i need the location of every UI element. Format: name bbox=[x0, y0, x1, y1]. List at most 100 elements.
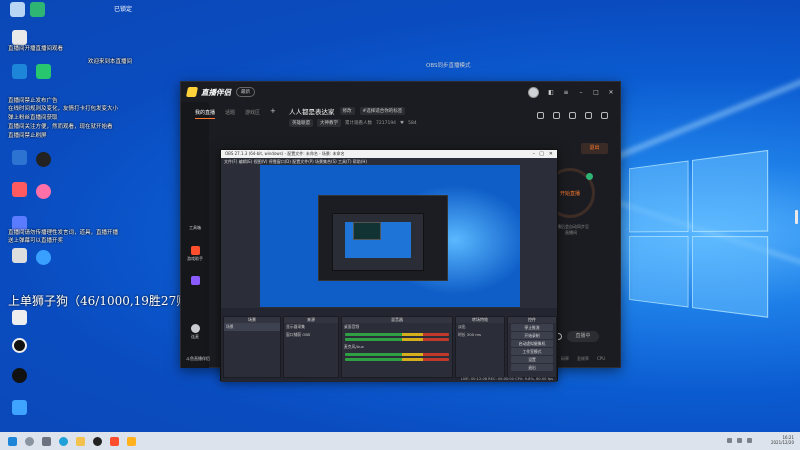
start-icon[interactable] bbox=[8, 436, 17, 446]
tag-selector[interactable]: #选择适合你的标签 bbox=[359, 107, 406, 115]
sidebar-item-feedback[interactable]: 斗鱼直播伴侣 bbox=[184, 356, 210, 362]
exit-button[interactable]: 退出 bbox=[511, 364, 553, 371]
start-hint: 开播后会自动同步至直播间 bbox=[553, 224, 589, 235]
add-icon bbox=[586, 173, 593, 180]
obs-icon[interactable] bbox=[93, 436, 102, 446]
chat-message: 直播间开播直播间观看 bbox=[8, 46, 64, 52]
edge-handle[interactable] bbox=[795, 210, 798, 224]
desktop-icon[interactable] bbox=[28, 184, 58, 199]
obs-sync-title: OBS同步直播模式 bbox=[426, 63, 471, 69]
source-item[interactable]: 窗口捕获 OBS bbox=[284, 331, 338, 339]
room-title: 人人都是表达家 bbox=[289, 108, 335, 116]
qq-icon bbox=[11, 368, 27, 383]
audio-meter bbox=[345, 333, 449, 336]
sidebar-item-effects[interactable] bbox=[183, 276, 207, 285]
audio-meter bbox=[345, 358, 449, 361]
app-icon bbox=[35, 64, 51, 79]
effects-icon bbox=[190, 276, 200, 285]
app-icon bbox=[35, 184, 51, 199]
share-screen-icon[interactable] bbox=[553, 112, 560, 119]
edge-icon[interactable] bbox=[59, 436, 68, 446]
close-icon[interactable]: ✕ bbox=[549, 150, 553, 158]
stat-drop: 丢帧率 bbox=[577, 356, 589, 361]
live-status-button[interactable]: 直播中 bbox=[567, 331, 599, 342]
studio-mode-button[interactable]: 工作室模式 bbox=[511, 348, 553, 355]
tab-topic[interactable]: 话题 bbox=[225, 109, 235, 119]
desktop-icon[interactable] bbox=[4, 30, 34, 45]
monitor-icon bbox=[11, 150, 27, 165]
tab-game[interactable]: 游戏区 bbox=[245, 109, 260, 119]
share-icon[interactable] bbox=[601, 112, 608, 119]
live-controls: 直播中 bbox=[555, 331, 599, 342]
followers-label: 累计观看人数 bbox=[345, 121, 372, 126]
exit-button[interactable]: 退出 bbox=[581, 143, 608, 154]
shield-icon[interactable] bbox=[569, 112, 576, 119]
desktop-icon[interactable] bbox=[28, 64, 58, 79]
lock-tag: 已锁定 bbox=[114, 6, 133, 13]
desktop-icon[interactable] bbox=[4, 368, 34, 383]
app-sidebar: 工具箱 游戏助手 连麦 斗鱼直播伴侣 bbox=[181, 102, 210, 368]
browser-icon bbox=[11, 30, 27, 45]
obs-title-text: OBS 27.1.3 (64-bit, windows) - 配置文件: 未命名… bbox=[225, 151, 345, 156]
task-view-icon[interactable] bbox=[42, 436, 51, 446]
chat-message: 直播间请勿传播理性发言词，道具，直播开播 bbox=[8, 230, 119, 236]
app-icon[interactable] bbox=[127, 436, 136, 446]
scene-item[interactable]: 场景 bbox=[224, 323, 280, 331]
sidebar-item-link-mic[interactable]: 连麦 bbox=[183, 324, 207, 340]
sidebar-item-toolbox[interactable]: 工具箱 bbox=[183, 224, 207, 231]
maximize-icon[interactable]: □ bbox=[593, 89, 599, 96]
chat-message: 直播间禁止刷屏 bbox=[8, 133, 47, 139]
stop-stream-button[interactable]: 停止推流 bbox=[511, 324, 553, 331]
minimize-icon[interactable]: – bbox=[533, 150, 536, 158]
transition-duration[interactable]: 时长 300 ms bbox=[456, 331, 504, 339]
app-icon[interactable] bbox=[110, 436, 119, 446]
edit-title-button[interactable]: 修改 bbox=[339, 107, 355, 115]
source-item[interactable]: 显示器采集 bbox=[284, 323, 338, 331]
tab-my-live[interactable]: 我的直播 bbox=[195, 109, 216, 119]
preview-nested-window bbox=[353, 222, 381, 240]
avatar[interactable] bbox=[528, 87, 539, 98]
edge-icon bbox=[11, 64, 27, 79]
chat-message: 在线时间规则及变化，友情打卡打包发变大小 bbox=[8, 106, 119, 112]
desktop-icon[interactable] bbox=[4, 338, 34, 353]
mixer-dock: 混音器 桌面音频 麦克风/Aux bbox=[341, 316, 453, 378]
game-record-overlay: 上单狮子狗（46/1000,19胜27败） bbox=[8, 294, 201, 308]
app-logo-icon bbox=[185, 87, 199, 97]
desktop-icon[interactable] bbox=[28, 250, 58, 265]
category-chip[interactable]: 英雄联盟 bbox=[289, 119, 313, 127]
ime-icon[interactable] bbox=[747, 438, 752, 443]
folder-icon[interactable] bbox=[76, 436, 85, 446]
system-tray bbox=[727, 438, 752, 443]
app-icon bbox=[11, 182, 27, 197]
volume-icon[interactable] bbox=[737, 438, 742, 443]
obs-preview[interactable] bbox=[260, 165, 520, 307]
sidebar-item-label: 游戏助手 bbox=[187, 256, 203, 261]
obs-menubar[interactable]: 文件(F) 编辑(E) 视图(V) 停靠窗口(D) 配置文件(P) 场景集合(S… bbox=[221, 158, 557, 165]
chat-message: 直播间禁止发布广告 bbox=[8, 98, 58, 104]
bell-icon[interactable] bbox=[585, 112, 592, 119]
version-badge[interactable]: 最新 bbox=[236, 87, 255, 97]
add-tab-button[interactable]: + bbox=[270, 108, 276, 119]
gift-icon[interactable] bbox=[537, 112, 544, 119]
desktop-icon[interactable] bbox=[4, 310, 34, 325]
search-icon[interactable] bbox=[25, 436, 34, 446]
subcategory-chip[interactable]: 大神教学 bbox=[317, 119, 341, 127]
obs-status-bar: LIVE: 00:12:08 REC: 00:00:00 CPU: 9.8%, … bbox=[460, 377, 553, 381]
desktop-icon[interactable] bbox=[22, 2, 52, 17]
desktop-icon[interactable] bbox=[28, 152, 58, 167]
desktop-icon[interactable] bbox=[4, 400, 34, 415]
clock[interactable]: 16:21 2021/12/20 bbox=[771, 435, 794, 445]
network-icon[interactable] bbox=[727, 438, 732, 443]
minimize-icon[interactable]: – bbox=[578, 89, 584, 96]
close-icon[interactable]: ✕ bbox=[608, 89, 614, 96]
maximize-icon[interactable]: □ bbox=[539, 150, 544, 158]
settings-button[interactable]: 设置 bbox=[511, 356, 553, 363]
transition-select[interactable]: 淡出 bbox=[456, 323, 504, 331]
game-helper-icon bbox=[190, 246, 200, 255]
menu-icon[interactable]: ≡ bbox=[563, 89, 569, 96]
virtual-camera-button[interactable]: 启动虚拟摄像机 bbox=[511, 340, 553, 347]
start-record-button[interactable]: 开始录制 bbox=[511, 332, 553, 339]
audio-meter bbox=[345, 338, 449, 341]
sidebar-item-game-helper[interactable]: 游戏助手 bbox=[183, 246, 207, 262]
skin-icon[interactable]: ◧ bbox=[548, 89, 554, 96]
